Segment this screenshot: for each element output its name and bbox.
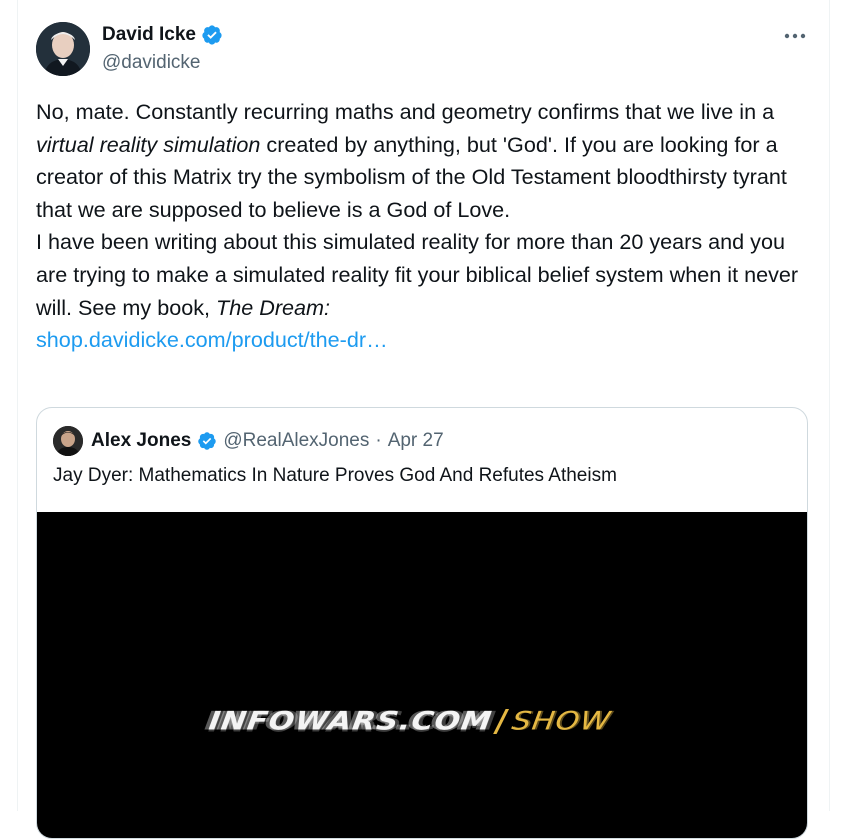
author-name-row[interactable]: David Icke [102,24,223,46]
quoted-tweet-video[interactable]: INFOWARS.COM / SHOW [37,512,807,838]
tweet-text: No, mate. Constantly recurring maths and… [36,96,816,357]
tweet-text-emphasis: virtual reality simulation [36,131,261,157]
tweet-paragraph-1: No, mate. Constantly recurring maths and… [36,96,816,226]
quoted-tweet-header: Alex Jones @RealAlexJones · Apr 27 [53,426,444,456]
author-name[interactable]: David Icke [102,24,196,46]
quoted-author-avatar [53,426,83,456]
quoted-author-handle: @RealAlexJones [223,430,370,451]
timeline-border-right [829,0,830,811]
tweet-paragraph-2: I have been writing about this simulated… [36,226,816,324]
timeline-border-left [17,0,18,811]
quoted-tweet-date: Apr 27 [387,430,444,451]
quoted-tweet-text: Jay Dyer: Mathematics In Nature Proves G… [53,465,617,486]
more-options-button[interactable] [780,22,810,50]
video-frame-logo: INFOWARS.COM / SHOW [206,704,613,739]
verified-badge-icon [198,432,217,450]
quoted-tweet-meta: @RealAlexJones · Apr 27 [223,430,443,452]
tweet-text-emphasis: The Dream: [216,294,331,320]
tweet-text-segment: I have been writing about this simulated… [36,229,799,320]
more-options-icon [784,33,806,39]
quoted-tweet-card[interactable]: Alex Jones @RealAlexJones · Apr 27 Jay D… [36,407,808,839]
logo-show-text: SHOW [509,706,613,737]
verified-badge-icon [202,25,222,45]
logo-separator: / [495,704,508,739]
quoted-author-name: Alex Jones [91,430,192,451]
logo-main-text: INFOWARS.COM [206,706,495,737]
author-avatar[interactable] [36,22,90,76]
tweet-paragraph-3: shop.davidicke.com/product/the-dr… [36,324,816,357]
tweet-link[interactable]: shop.davidicke.com/product/the-dr… [36,327,388,352]
meta-separator: · [375,430,382,451]
tweet-text-segment: No, mate. Constantly recurring maths and… [36,99,775,124]
author-handle[interactable]: @davidicke [102,52,201,74]
